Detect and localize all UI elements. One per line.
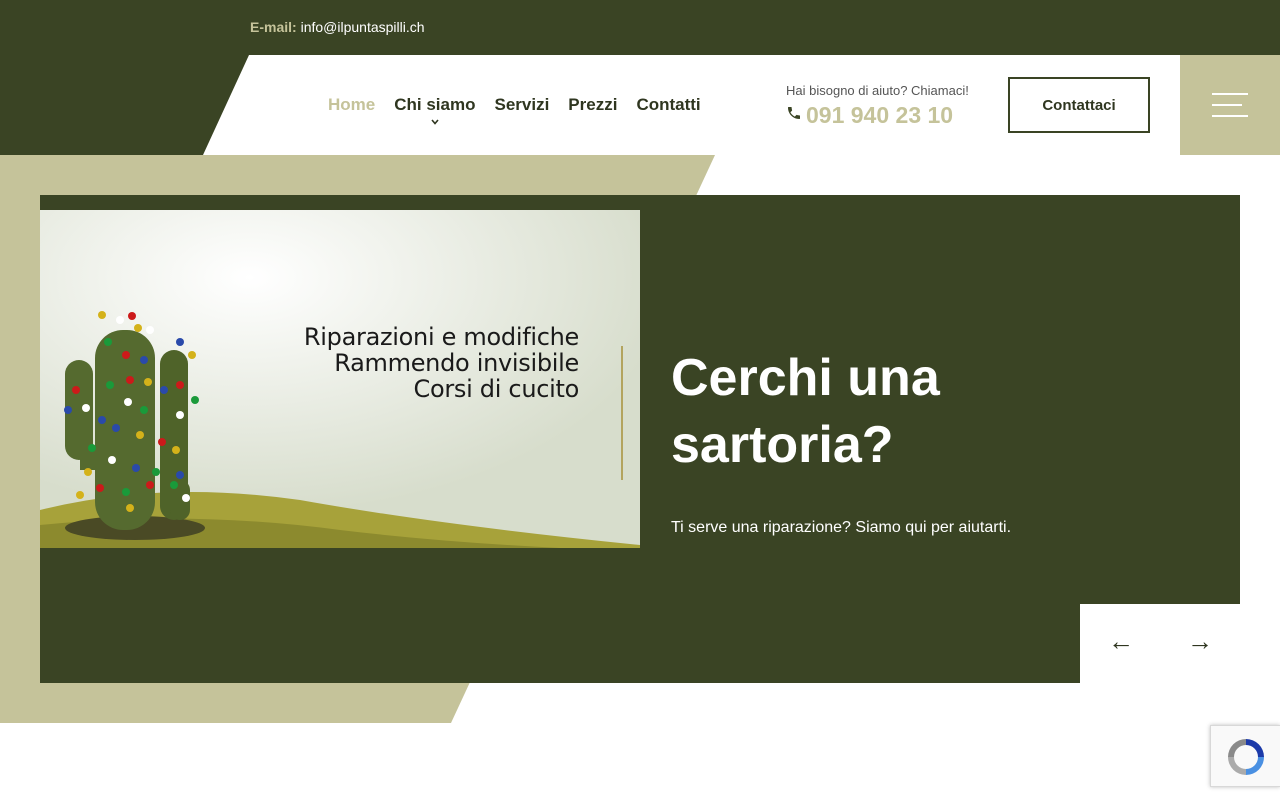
recaptcha-badge[interactable] [1210, 725, 1280, 787]
banner-line-1: Riparazioni e modifiche [303, 323, 579, 351]
banner-divider [621, 346, 623, 480]
nav-item-contatti[interactable]: Contatti [636, 95, 700, 115]
email-label: E-mail: [250, 19, 297, 35]
header: Home Chi siamo Servizi Prezzi Contatti H… [0, 55, 1280, 155]
hero-title: Cerchi una sartoria? [671, 349, 940, 474]
hero-subtitle: Ti serve una riparazione? Siamo qui per … [671, 519, 1012, 536]
phone-icon [786, 105, 802, 126]
help-block: Hai bisogno di aiuto? Chiamaci! 091 940 … [786, 83, 969, 129]
top-bar: E-mail: info@ilpuntaspilli.ch [0, 0, 1280, 55]
arrow-right-icon[interactable]: → [1187, 626, 1213, 657]
phone-number: 091 940 23 10 [806, 102, 954, 128]
nav-item-chi-siamo-label: Chi siamo [394, 95, 476, 114]
email-value[interactable]: info@ilpuntaspilli.ch [301, 19, 425, 35]
nav-item-home[interactable]: Home [328, 95, 375, 115]
contattaci-button[interactable]: Contattaci [1008, 77, 1150, 133]
banner-line-3: Corsi di cucito [413, 375, 579, 403]
arrow-left-icon[interactable]: ← [1108, 626, 1134, 657]
hero-slider: Riparazioni e modifiche Rammendo invisib… [40, 195, 1240, 683]
hero-banner-image: Riparazioni e modifiche Rammendo invisib… [40, 210, 640, 548]
hamburger-menu-icon[interactable] [1180, 55, 1280, 155]
nav-item-chi-siamo[interactable]: Chi siamo [394, 95, 476, 125]
main-nav: Home Chi siamo Servizi Prezzi Contatti [328, 95, 720, 125]
phone-link[interactable]: 091 940 23 10 [786, 102, 969, 129]
banner-line-2: Rammendo invisibile [334, 349, 579, 377]
nav-item-servizi[interactable]: Servizi [494, 95, 549, 115]
help-text: Hai bisogno di aiuto? Chiamaci! [786, 83, 969, 98]
slider-controls: ← → [1080, 604, 1240, 684]
chevron-down-icon [431, 117, 439, 128]
email-contact[interactable]: E-mail: info@ilpuntaspilli.ch [250, 19, 425, 35]
recaptcha-icon [1228, 739, 1264, 775]
nav-item-prezzi[interactable]: Prezzi [568, 95, 617, 115]
